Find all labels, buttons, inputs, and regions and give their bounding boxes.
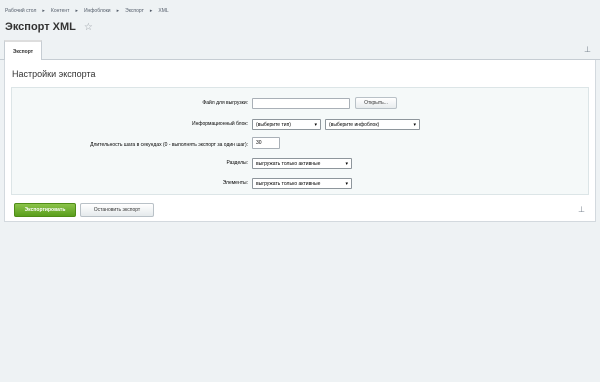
chevron-down-icon: ▾ bbox=[314, 122, 317, 128]
chevron-down-icon: ▾ bbox=[413, 122, 416, 128]
export-button[interactable]: Экспортировать bbox=[14, 203, 76, 217]
chevron-down-icon: ▾ bbox=[345, 181, 348, 187]
breadcrumb: Рабочий стол ▸ Контент ▸ Инфоблоки ▸ Экс… bbox=[5, 8, 169, 14]
breadcrumb-separator-icon: ▸ bbox=[42, 8, 45, 14]
sections-select[interactable]: выгружать только активные ▾ bbox=[252, 158, 352, 169]
breadcrumb-item-iblocks[interactable]: Инфоблоки bbox=[84, 8, 111, 14]
file-label: Файл для выгрузки: bbox=[202, 100, 248, 106]
breadcrumb-separator-icon: ▸ bbox=[75, 8, 78, 14]
tabs-bar: Экспорт ⊥ bbox=[0, 40, 600, 61]
export-panel: Настройки экспорта Файл для выгрузки: От… bbox=[4, 60, 596, 222]
step-duration-input[interactable]: 30 bbox=[252, 137, 280, 149]
breadcrumb-item-xml[interactable]: XML bbox=[158, 8, 168, 14]
section-title: Настройки экспорта bbox=[12, 69, 96, 79]
iblock-select[interactable]: (выберите инфоблок) ▾ bbox=[325, 119, 420, 130]
step-duration-label: Длительность шага в секундах (0 - выполн… bbox=[90, 142, 248, 148]
page-title-row: Экспорт XML ☆ bbox=[5, 21, 93, 33]
stop-export-button[interactable]: Остановить экспорт bbox=[80, 203, 154, 217]
iblock-label: Информационный блок: bbox=[192, 121, 248, 127]
breadcrumb-item-desktop[interactable]: Рабочий стол bbox=[5, 8, 36, 14]
sections-label: Разделы: bbox=[226, 160, 248, 166]
elements-label: Элементы: bbox=[222, 180, 248, 186]
chevron-down-icon: ▾ bbox=[345, 161, 348, 167]
step-duration-value: 30 bbox=[256, 140, 262, 146]
sections-value: выгружать только активные bbox=[256, 160, 321, 167]
open-file-button[interactable]: Открыть... bbox=[355, 97, 397, 109]
elements-select[interactable]: выгружать только активные ▾ bbox=[252, 178, 352, 189]
breadcrumb-item-export[interactable]: Экспорт bbox=[125, 8, 144, 14]
page-title: Экспорт XML bbox=[5, 21, 76, 33]
elements-value: выгружать только активные bbox=[256, 180, 321, 187]
iblock-type-select[interactable]: (выберите тип) ▾ bbox=[252, 119, 321, 130]
pin-icon[interactable]: ⊥ bbox=[578, 205, 585, 214]
pin-icon[interactable]: ⊥ bbox=[584, 45, 591, 54]
star-icon[interactable]: ☆ bbox=[84, 22, 93, 33]
export-settings-form: Файл для выгрузки: Открыть... Информацио… bbox=[11, 87, 589, 195]
breadcrumb-separator-icon: ▸ bbox=[116, 8, 120, 14]
tab-export[interactable]: Экспорт bbox=[4, 40, 42, 61]
iblock-value: (выберите инфоблок) bbox=[329, 121, 380, 128]
file-input[interactable] bbox=[252, 98, 350, 109]
breadcrumb-separator-icon: ▸ bbox=[149, 8, 153, 14]
iblock-type-value: (выберите тип) bbox=[256, 121, 291, 128]
breadcrumb-item-content[interactable]: Контент bbox=[51, 8, 70, 14]
